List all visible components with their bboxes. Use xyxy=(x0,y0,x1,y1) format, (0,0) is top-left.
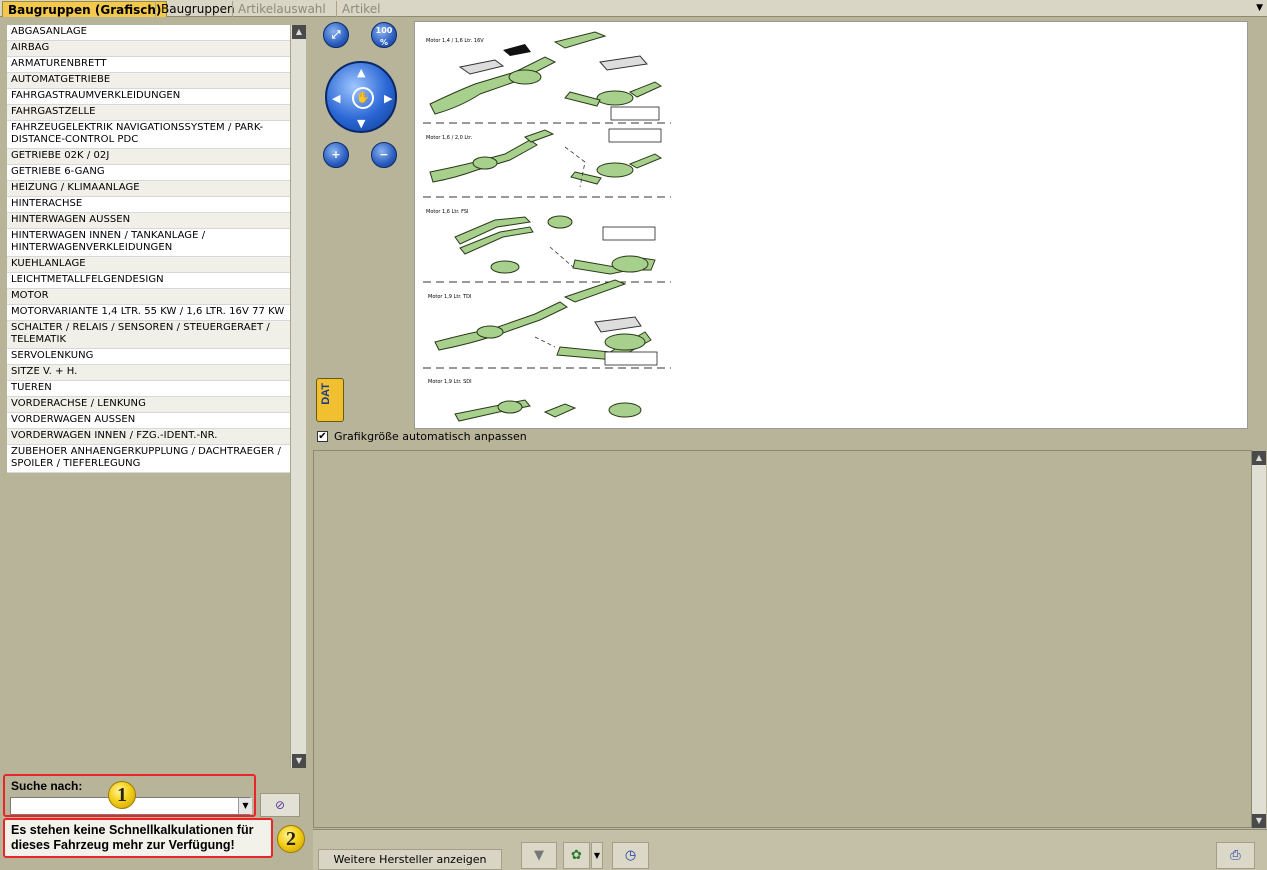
group-list-item[interactable]: SITZE V. + H. xyxy=(7,365,290,381)
graphic-panel-edge xyxy=(1262,17,1267,450)
search-label: Suche nach: xyxy=(11,779,83,793)
group-list-item[interactable]: ZUBEHOER ANHAENGERKUPPLUNG / DACHTRAEGER… xyxy=(7,445,290,473)
detail-scroll-down-icon[interactable]: ▼ xyxy=(1252,814,1266,828)
scroll-down-icon[interactable]: ▼ xyxy=(292,754,306,768)
group-list-item[interactable]: HEIZUNG / KLIMAANLAGE xyxy=(7,181,290,197)
pan-control[interactable]: ▲ ▼ ◀ ▶ ✋ xyxy=(325,61,397,133)
group-list-item[interactable]: HINTERWAGEN AUSSEN xyxy=(7,213,290,229)
group-list-item[interactable]: LEICHTMETALLFELGENDESIGN xyxy=(7,273,290,289)
auto-fit-checkbox[interactable]: ✔ xyxy=(317,431,328,442)
group-list-item[interactable]: GETRIEBE 02K / 02J xyxy=(7,149,290,165)
more-manufacturers-button[interactable]: Weitere Hersteller anzeigen xyxy=(318,849,502,870)
group-list-item[interactable]: FAHRGASTZELLE xyxy=(7,105,290,121)
group-list-item[interactable]: VORDERWAGEN INNEN / FZG.-IDENT.-NR. xyxy=(7,429,290,445)
tab-artikelauswahl[interactable]: Artikelauswahl xyxy=(232,1,331,17)
group-list-scrollbar[interactable]: ▲ ▼ xyxy=(290,25,306,768)
marker-badge-two: 2 xyxy=(277,825,305,853)
hand-icon: ✋ xyxy=(352,87,374,109)
detail-scroll-up-icon[interactable]: ▲ xyxy=(1252,451,1266,465)
group-list-item[interactable]: FAHRGASTRAUMVERKLEIDUNGEN xyxy=(7,89,290,105)
section-label: Motor 1,9 Ltr. SDI xyxy=(428,379,472,385)
group-list-item[interactable]: HINTERWAGEN INNEN / TANKANLAGE / HINTERW… xyxy=(7,229,290,257)
section-label: Motor 1,6 Ltr. FSI xyxy=(426,209,469,215)
print-icon[interactable]: ⎙ xyxy=(1216,842,1255,869)
scroll-up-icon[interactable]: ▲ xyxy=(292,25,306,39)
pan-up-icon[interactable]: ▲ xyxy=(357,66,365,79)
parts-graphic[interactable]: Motor 1,4 / 1,6 Ltr. 16V Motor 1,6 / 2,0… xyxy=(414,21,1248,429)
auto-fit-toggle[interactable]: ✔ Grafikgröße automatisch anpassen xyxy=(317,430,527,443)
section-label: Motor 1,6 / 2,0 Ltr. xyxy=(426,135,473,141)
auto-fit-label: Grafikgröße automatisch anpassen xyxy=(334,430,527,443)
clock-icon[interactable]: ◷ xyxy=(612,842,649,869)
pan-left-icon[interactable]: ◀ xyxy=(332,92,340,105)
pan-right-icon[interactable]: ▶ xyxy=(384,92,392,105)
dat-logo: DAT xyxy=(316,378,344,422)
tab-baugruppen[interactable]: Baugruppen xyxy=(155,1,240,17)
group-list-item[interactable]: MOTORVARIANTE 1,4 LTR. 55 KW / 1,6 LTR. … xyxy=(7,305,290,321)
group-list-item[interactable]: ARMATURENBRETT xyxy=(7,57,290,73)
detail-panel xyxy=(313,450,1252,828)
group-list-item[interactable]: KUEHLANLAGE xyxy=(7,257,290,273)
group-list-item[interactable]: MOTOR xyxy=(7,289,290,305)
section-label: Motor 1,9 Ltr. TDI xyxy=(428,294,471,300)
tab-menu-arrow-icon[interactable]: ▼ xyxy=(1256,3,1263,13)
group-list-item[interactable]: SCHALTER / RELAIS / SENSOREN / STEUERGER… xyxy=(7,321,290,349)
clear-filter-button[interactable]: ⊘ xyxy=(260,793,300,817)
group-list-item[interactable]: TUEREN xyxy=(7,381,290,397)
group-list-item[interactable]: HINTERACHSE xyxy=(7,197,290,213)
tab-baugruppen-grafisch[interactable]: Baugruppen (Grafisch) xyxy=(2,1,168,17)
tab-bar: Baugruppen (Grafisch) Baugruppen Artikel… xyxy=(0,0,1267,17)
zoom-out-icon[interactable]: − xyxy=(371,142,397,168)
group-list-item[interactable]: AIRBAG xyxy=(7,41,290,57)
exhaust-illustration: Motor 1,4 / 1,6 Ltr. 16V Motor 1,6 / 2,0… xyxy=(423,31,671,422)
zoom-100-button[interactable]: 100 % xyxy=(371,22,397,48)
group-list-item[interactable]: SERVOLENKUNG xyxy=(7,349,290,365)
detail-scrollbar[interactable]: ▲ ▼ xyxy=(1252,451,1266,828)
pan-down-icon[interactable]: ▼ xyxy=(357,117,365,130)
zoom-in-icon[interactable]: + xyxy=(323,142,349,168)
filter-icon[interactable]: ▼ xyxy=(521,842,557,869)
zoom-100-label: 100 % xyxy=(375,26,393,47)
group-list-item[interactable]: VORDERACHSE / LENKUNG xyxy=(7,397,290,413)
manufacturer-icon[interactable]: ✿ xyxy=(563,842,590,869)
notice-message: Es stehen keine Schnellkalkulationen für… xyxy=(3,818,273,858)
section-label: Motor 1,4 / 1,6 Ltr. 16V xyxy=(426,38,484,44)
group-list-item[interactable]: ABGASANLAGE xyxy=(7,25,290,41)
group-list-item[interactable]: FAHRZEUGELEKTRIK NAVIGATIONSSYSTEM / PAR… xyxy=(7,121,290,149)
group-list-item[interactable]: GETRIEBE 6-GANG xyxy=(7,165,290,181)
group-list-item[interactable]: AUTOMATGETRIEBE xyxy=(7,73,290,89)
marker-badge-one: 1 xyxy=(108,781,136,809)
search-dropdown-icon[interactable]: ▼ xyxy=(238,798,252,814)
group-list-item[interactable]: VORDERWAGEN AUSSEN xyxy=(7,413,290,429)
fit-to-window-icon[interactable]: ⤢ xyxy=(323,22,349,48)
group-list: ABGASANLAGE AIRBAG ARMATURENBRETT AUTOMATGE… xyxy=(7,25,290,473)
tab-artikel[interactable]: Artikel xyxy=(336,1,385,17)
manufacturer-dropdown-icon[interactable]: ▼ xyxy=(591,842,603,869)
